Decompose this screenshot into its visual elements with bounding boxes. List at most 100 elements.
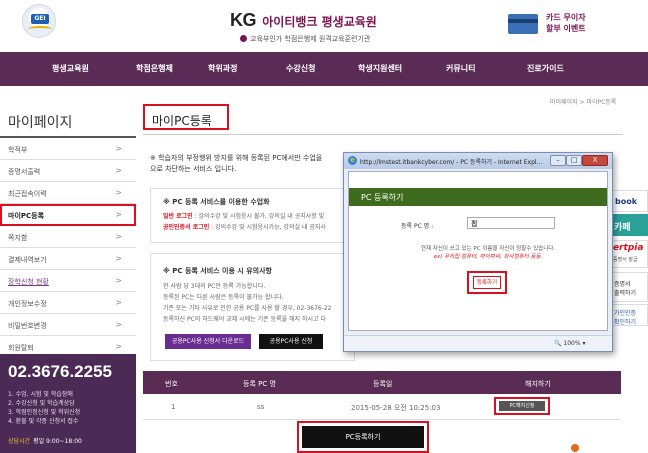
brand-dot-icon	[240, 35, 247, 42]
breadcrumb: 마이페이지 > 마이PC등록	[550, 99, 617, 106]
banner-text: ertpia	[613, 243, 644, 253]
nav-item-student-support[interactable]: 학생지원센터	[358, 63, 402, 74]
col-cancel: 해지하기	[525, 380, 551, 388]
contact-hours-label: 상담시간	[8, 438, 31, 445]
chevron-right-icon: >	[115, 166, 122, 175]
chevron-right-icon: >	[115, 188, 122, 197]
nav-item-credit-bank[interactable]: 학점은행제	[136, 63, 173, 74]
contact-hours-value: 평일 9:00~18:00	[33, 438, 82, 445]
popup-hint: 현재 자신이 쓰고 있는 PC 이름을 자신이 정할수 있습니다.	[420, 246, 556, 252]
title-divider	[143, 134, 623, 135]
col-registered-date: 등록일	[373, 380, 393, 388]
nav-item-degree[interactable]: 학위과정	[208, 63, 237, 74]
popup-register-label: 등록하기	[473, 276, 501, 289]
nav-item-lifelong[interactable]: 평생교육원	[52, 63, 89, 74]
internet-explorer-icon: e	[348, 156, 357, 165]
sidebar-item-access-history[interactable]: 최근접속이력 >	[0, 182, 136, 204]
side-banner-cert-print[interactable]: 증명서 출력하기	[612, 272, 648, 302]
banner-text: 가인인증	[614, 310, 637, 317]
chevron-right-icon: >	[115, 276, 122, 285]
popup-register-button[interactable]: 등록하기	[467, 271, 507, 294]
sidebar-item-messages[interactable]: 쪽지함 >	[0, 226, 136, 248]
maximize-button[interactable]: □	[566, 155, 582, 166]
brand-logo[interactable]: KG 아이티뱅크 평생교육원	[230, 10, 377, 31]
sidebar-item-label: 결제내역보기	[8, 256, 47, 264]
caution-line: 한 사람 당 3대의 PC만 등록 가능합니다.	[163, 283, 266, 290]
sidebar-title: 마이페이지	[8, 115, 73, 131]
sidebar-menu: 학적부 > 증명서출력 > 최근접속이력 > 마이PC등록 > 쪽지함 > 결제내역보기 >…	[0, 136, 136, 358]
banner-text: 카페	[614, 223, 631, 233]
logo-ring	[28, 26, 52, 32]
sidebar-item-label: 쪽지함	[8, 234, 28, 242]
sidebar-item-change-password[interactable]: 비밀번호변경 >	[0, 314, 136, 336]
sidebar-item-label: 회원탈퇴	[8, 344, 34, 352]
minimize-button[interactable]: –	[550, 155, 566, 166]
brand-title: 아이티뱅크 평생교육원	[262, 15, 377, 29]
notice-line-2: 으로 차단하는 서비스 입니다.	[150, 165, 237, 173]
general-login-desc: : 강의수강 및 시험응시 불가, 강의실 내 공지사항 및	[192, 213, 325, 220]
side-banner-book[interactable]: book	[612, 190, 648, 212]
contact-topic: 3. 학점인정신청 및 학위신청	[8, 409, 81, 416]
nav-item-community[interactable]: 커뮤니티	[446, 63, 475, 74]
row-pc-name: ss	[257, 403, 265, 411]
chevron-right-icon: >	[115, 298, 122, 307]
pc-service-caution-box: ※ PC 등록 서비스 이용 시 유의사항 한 사람 당 3대의 PC만 등록 …	[150, 253, 355, 361]
brand-subtitle-text: 교육부인가 학점은행제 원격교육훈련기관	[250, 35, 371, 43]
event-line-1: 카드 무이자	[546, 13, 586, 22]
gei-logo[interactable]: GEI	[22, 4, 56, 38]
pc-name-label: 등록 PC 명 :	[401, 223, 434, 230]
chevron-right-icon: >	[115, 342, 122, 351]
side-banner-certpia[interactable]: ertpia 증명서 발급	[612, 240, 648, 268]
contact-hours: 상담시간 평일 9:00~18:00	[8, 436, 82, 445]
pc-name-input[interactable]: 집 ×	[467, 217, 555, 229]
scroll-top-icon[interactable]	[571, 444, 579, 452]
cert-login-desc: : 강의수강 및 시험응시가능, 강의실 내 공지사	[209, 224, 326, 231]
pc-register-popup-window: e http://lmstest.itbankcyber.com/ - PC 등…	[343, 152, 613, 352]
brand-kg: KG	[230, 10, 257, 30]
side-banner-cafe[interactable]: 카페	[612, 214, 648, 236]
caution-line: 등록하신 PC의 하드웨어 교체 시에는 기존 등록을 해지 하시고 다	[163, 316, 326, 323]
chevron-right-icon: >	[115, 144, 122, 153]
side-banner-cert-check[interactable]: 가인인증확인하기	[612, 304, 648, 326]
page-title-text: 마이PC등록	[152, 114, 212, 128]
pc-release-button[interactable]: PC해지신청	[494, 397, 550, 415]
close-button[interactable]: X	[582, 155, 608, 166]
popup-content: PC 등록하기 등록 PC 명 : 집 × 현재 자신이 쓰고 있는 PC 이름…	[348, 171, 608, 331]
zoom-value: 100%	[563, 340, 581, 347]
pc-register-button[interactable]: PC등록하기	[297, 421, 429, 453]
sidebar-item-academic-record[interactable]: 학적부 >	[0, 138, 136, 160]
main-nav: 평생교육원 학점은행제 학위과정 수강신청 학생지원센터 커뮤니티 진로가이드	[0, 52, 648, 86]
caution-line: 기존 또는 기타 사유로 인한 공용 PC를 사용 할 경우, 02-3676-…	[163, 305, 332, 312]
sidebar-item-payments[interactable]: 결제내역보기 >	[0, 248, 136, 270]
nav-item-enroll[interactable]: 수강신청	[286, 63, 315, 74]
caution-line: 등록된 PC는 다른 사람은 등록이 불가능 합니다.	[163, 294, 284, 301]
col-number: 번호	[165, 380, 178, 388]
chevron-right-icon: >	[115, 320, 122, 329]
banner-subtext: 확인하기	[614, 319, 637, 326]
public-pc-form-download-button[interactable]: 공용PC사용 신청서 다운로드	[165, 334, 251, 349]
notice-line-1: ※ 학습자의 부정행위 방지를 위해 등록된 PC에서만 수업을	[150, 154, 323, 162]
sidebar-item-certificates[interactable]: 증명서출력 >	[0, 160, 136, 182]
brand-subtitle: 교육부인가 학점은행제 원격교육훈련기관	[240, 34, 370, 44]
row-number: 1	[171, 403, 176, 411]
site-header: GEI KG 아이티뱅크 평생교육원 교육부인가 학점은행제 원격교육훈련기관 …	[0, 0, 648, 52]
clear-icon[interactable]: ×	[471, 219, 548, 227]
banner-text: 증명서	[614, 281, 631, 288]
popup-header: PC 등록하기	[349, 188, 607, 206]
popup-titlebar[interactable]: e http://lmstest.itbankcyber.com/ - PC 등…	[344, 153, 612, 169]
zoom-level[interactable]: 🔍 100% ▾	[554, 340, 585, 347]
chevron-right-icon: >	[115, 232, 122, 241]
pc-register-label: PC등록하기	[302, 426, 424, 448]
general-login-info: 일반 로그인 : 강의수강 및 시험응시 불가, 강의실 내 공지사항 및	[163, 211, 324, 220]
box-heading: ※ PC 등록 서비스를 이용한 수업화	[163, 198, 270, 206]
contact-topic: 2. 수강신청 및 학습계상담	[8, 400, 75, 407]
sidebar-item-my-pc[interactable]: 마이PC등록 >	[0, 204, 136, 226]
sidebar-item-edit-profile[interactable]: 개인정보수정 >	[0, 292, 136, 314]
public-pc-apply-button[interactable]: 공용PC사용 신청	[259, 334, 323, 349]
popup-header-title: PC 등록하기	[361, 193, 404, 202]
banner-text: book	[615, 197, 638, 206]
nav-item-career[interactable]: 진로가이드	[527, 63, 564, 74]
sidebar-item-label: 최근접속이력	[8, 190, 47, 198]
page-title: 마이PC등록	[143, 104, 229, 130]
sidebar-item-scholarship[interactable]: 장학신청 현황 >	[0, 270, 136, 292]
